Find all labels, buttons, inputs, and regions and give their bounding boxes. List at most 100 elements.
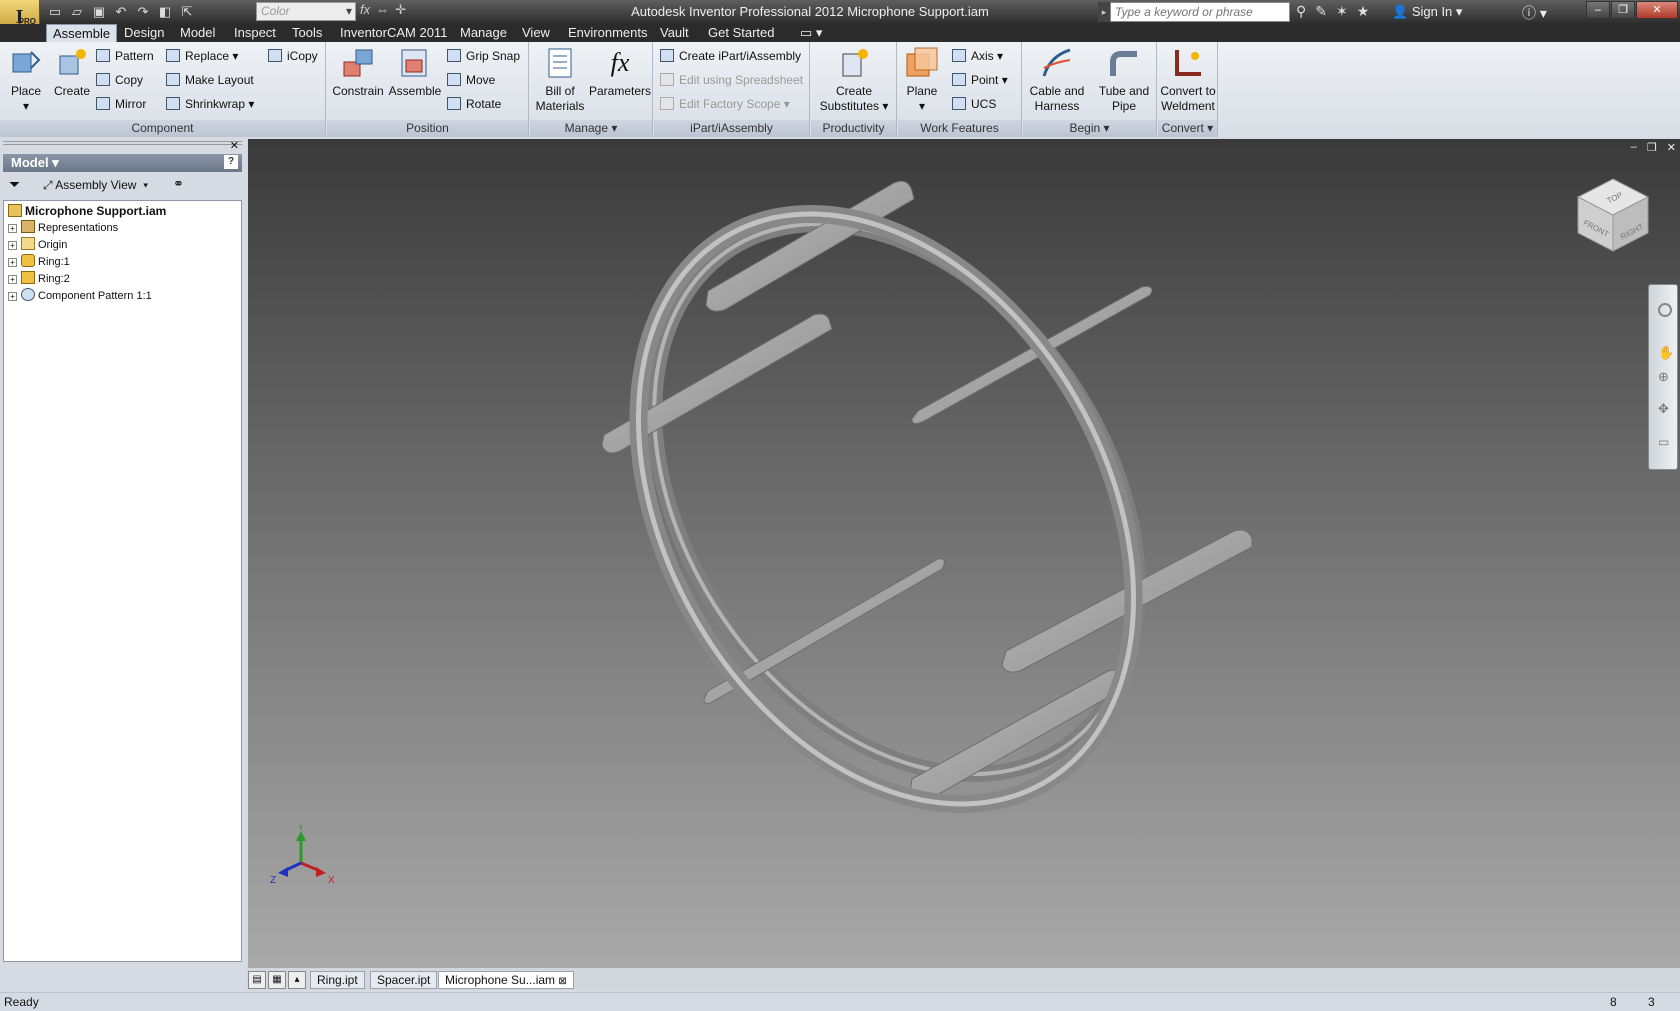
tab-inspect[interactable]: Inspect bbox=[234, 24, 276, 42]
shrinkwrap-button[interactable]: Shrinkwrap ▾ bbox=[166, 96, 254, 112]
measure-icon[interactable]: ⇔ bbox=[376, 2, 389, 18]
tree-node-ring-2[interactable]: + Ring:2 bbox=[8, 271, 70, 287]
tab-inventorcam[interactable]: InventorCAM 2011 bbox=[340, 24, 447, 42]
graphics-viewport[interactable]: – ❐ ✕ TOP FRONT RIGHT ✋ ⊕ ✥ ▭ Y X Z bbox=[248, 139, 1680, 968]
tab-model[interactable]: Model bbox=[180, 24, 215, 42]
new-icon[interactable]: ▭ bbox=[46, 3, 64, 21]
convert-weldment-button[interactable]: Convert to Weldment bbox=[1158, 46, 1218, 114]
doc-tab-close-icon[interactable]: ⊠ bbox=[558, 976, 566, 987]
edit-spreadsheet-button[interactable]: Edit using Spreadsheet bbox=[660, 72, 803, 88]
ucs-icon bbox=[952, 97, 966, 110]
copy-button[interactable]: Copy bbox=[96, 72, 143, 88]
browser-help-icon[interactable]: ? bbox=[224, 155, 238, 169]
parameters-button[interactable]: fx Parameters bbox=[588, 46, 652, 99]
mirror-button[interactable]: Mirror bbox=[96, 96, 146, 112]
tree-node-root[interactable]: Microphone Support.iam bbox=[8, 203, 166, 219]
panel-title-convert[interactable]: Convert ▾ bbox=[1158, 120, 1217, 137]
fx-icon[interactable]: fx bbox=[360, 2, 370, 18]
binoculars-icon[interactable]: ⚲ bbox=[1296, 3, 1306, 20]
browser-header[interactable]: Model ▾? bbox=[3, 154, 242, 172]
expand-icon[interactable]: + bbox=[8, 224, 17, 233]
make-layout-button[interactable]: Make Layout bbox=[166, 72, 254, 88]
create-ipart-button[interactable]: Create iPart/iAssembly bbox=[660, 48, 801, 64]
cascade-icon[interactable]: ▦ bbox=[268, 971, 286, 989]
move-button[interactable]: Move bbox=[447, 72, 495, 88]
search-input[interactable] bbox=[1110, 2, 1290, 22]
tab-environments[interactable]: Environments bbox=[568, 24, 647, 42]
pattern-button[interactable]: Pattern bbox=[96, 48, 154, 64]
replace-button[interactable]: Replace ▾ bbox=[166, 48, 238, 64]
orbit-icon[interactable]: ✥ bbox=[1658, 401, 1669, 417]
expand-icon[interactable]: + bbox=[8, 241, 17, 250]
assemble-button[interactable]: Assemble bbox=[387, 46, 443, 99]
close-button[interactable]: ✕ bbox=[1636, 1, 1678, 19]
browser-grip[interactable] bbox=[3, 141, 242, 145]
expand-icon[interactable]: + bbox=[8, 275, 17, 284]
point-button[interactable]: Point ▾ bbox=[952, 72, 1008, 88]
constrain-button[interactable]: Constrain bbox=[331, 46, 385, 99]
save-icon[interactable]: ▣ bbox=[90, 3, 108, 21]
tab-list-icon[interactable]: ▴ bbox=[288, 971, 306, 989]
sign-in-button[interactable]: 👤 Sign In ▾ bbox=[1392, 4, 1462, 20]
search-expand-icon[interactable]: ▸ bbox=[1098, 2, 1110, 22]
project-icon[interactable]: ◧ bbox=[156, 3, 174, 21]
bill-of-materials-button[interactable]: Bill of Materials bbox=[532, 46, 588, 114]
tab-overflow-icon[interactable]: ▭ ▾ bbox=[800, 24, 822, 42]
panel-title-begin[interactable]: Begin ▾ bbox=[1023, 120, 1156, 137]
place-button[interactable]: Place ▾ bbox=[6, 46, 46, 114]
panel-title-manage[interactable]: Manage ▾ bbox=[530, 120, 652, 137]
help-icon[interactable]: ⓘ ▾ bbox=[1522, 3, 1547, 23]
satellite-icon[interactable]: ✶ bbox=[1336, 3, 1348, 20]
doc-tab-microphone-support[interactable]: Microphone Su...iam ⊠ bbox=[438, 971, 574, 989]
spacer-right[interactable] bbox=[911, 286, 1153, 425]
assembly-view-select[interactable]: ⤢ Assembly View ▾ bbox=[43, 178, 148, 193]
expand-icon[interactable]: + bbox=[8, 292, 17, 301]
tile-icon[interactable]: ▤ bbox=[248, 971, 266, 989]
cable-harness-button[interactable]: Cable and Harness bbox=[1025, 46, 1089, 114]
undo-icon[interactable]: ↶ bbox=[112, 3, 130, 21]
browser-close-icon[interactable]: ✕ bbox=[230, 139, 239, 152]
doc-tab-ring[interactable]: Ring.ipt bbox=[310, 971, 365, 989]
select-icon[interactable]: ⇱ bbox=[178, 3, 196, 21]
place-label: Place bbox=[10, 84, 42, 98]
crosshair-icon[interactable]: ✛ bbox=[395, 2, 406, 18]
restore-button[interactable]: ❐ bbox=[1611, 1, 1635, 19]
favorites-icon[interactable]: ★ bbox=[1357, 3, 1370, 20]
edit-factory-scope-button[interactable]: Edit Factory Scope ▾ bbox=[660, 96, 790, 112]
plane-button[interactable]: Plane ▾ bbox=[902, 46, 942, 114]
minimize-button[interactable]: – bbox=[1586, 1, 1610, 19]
tab-manage[interactable]: Manage bbox=[460, 24, 507, 42]
grip-snap-button[interactable]: Grip Snap bbox=[447, 48, 520, 64]
ucs-button[interactable]: UCS bbox=[952, 96, 996, 112]
doc-tab-spacer[interactable]: Spacer.ipt bbox=[370, 971, 438, 989]
tab-get-started[interactable]: Get Started bbox=[708, 24, 774, 42]
wrench-icon[interactable]: ✎ bbox=[1315, 3, 1327, 20]
tree-node-ring-1[interactable]: + Ring:1 bbox=[8, 254, 70, 270]
open-icon[interactable]: ▱ bbox=[68, 3, 86, 21]
icopy-button[interactable]: iCopy bbox=[268, 48, 318, 64]
rotate-button[interactable]: Rotate bbox=[447, 96, 501, 112]
viewcube[interactable]: TOP FRONT RIGHT bbox=[1568, 169, 1658, 259]
tab-view[interactable]: View bbox=[522, 24, 550, 42]
create-substitutes-button[interactable]: Create Substitutes ▾ bbox=[813, 46, 895, 114]
color-select[interactable]: Color bbox=[256, 2, 356, 21]
ring-2-front[interactable] bbox=[537, 139, 1234, 893]
tab-design[interactable]: Design bbox=[124, 24, 164, 42]
tree-node-representations[interactable]: + Representations bbox=[8, 220, 118, 236]
filter-icon[interactable]: ⏷ bbox=[9, 176, 20, 193]
redo-icon[interactable]: ↷ bbox=[134, 3, 152, 21]
tab-assemble[interactable]: Assemble bbox=[46, 24, 118, 42]
steering-wheel-icon[interactable] bbox=[1658, 303, 1672, 317]
tube-pipe-button[interactable]: Tube and Pipe bbox=[1093, 46, 1155, 114]
create-button[interactable]: Create bbox=[50, 46, 94, 99]
tab-tools[interactable]: Tools bbox=[292, 24, 322, 42]
zoom-icon[interactable]: ⊕ bbox=[1658, 369, 1669, 385]
pan-hand-icon[interactable]: ✋ bbox=[1658, 345, 1674, 361]
tab-vault[interactable]: Vault bbox=[660, 24, 689, 42]
tree-node-origin[interactable]: + Origin bbox=[8, 237, 67, 253]
axis-button[interactable]: Axis ▾ bbox=[952, 48, 1003, 64]
find-binoculars-icon[interactable]: ⚭ bbox=[173, 176, 184, 192]
look-at-icon[interactable]: ▭ bbox=[1658, 435, 1669, 449]
tree-node-component-pattern[interactable]: + Component Pattern 1:1 bbox=[8, 288, 152, 304]
expand-icon[interactable]: + bbox=[8, 258, 17, 267]
